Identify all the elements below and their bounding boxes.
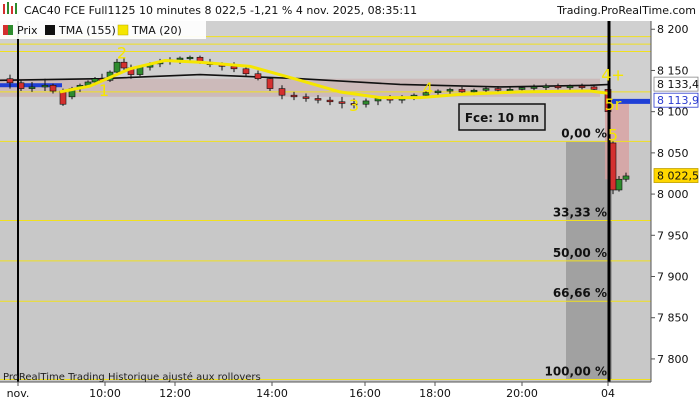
x-tick-label: 20:00 bbox=[506, 387, 538, 400]
candle-body bbox=[176, 57, 184, 61]
candle-body bbox=[434, 90, 442, 94]
candle-body bbox=[494, 88, 502, 91]
y-tick-label: 7 950 bbox=[657, 229, 689, 242]
candle-body bbox=[578, 85, 586, 88]
candle-body bbox=[314, 98, 322, 101]
fib-level-label: 0,00 % bbox=[561, 126, 607, 140]
candle-body bbox=[362, 100, 370, 105]
candle-body bbox=[622, 175, 630, 180]
price-axis: 8 200 8 150 8 100 8 050 8 000 7 950 7 900 7 850… bbox=[651, 23, 689, 366]
y-tick-label: 8 200 bbox=[657, 23, 689, 36]
candle-body bbox=[446, 89, 454, 92]
candle-body bbox=[186, 56, 194, 60]
candle-body bbox=[41, 84, 49, 88]
y-tick-label: 7 800 bbox=[657, 353, 689, 366]
legend-tma-20[interactable]: TMA (20) bbox=[117, 24, 182, 37]
candle-body bbox=[338, 101, 346, 104]
candle-body bbox=[278, 88, 286, 96]
price-tag-label: 8 022,5 bbox=[657, 170, 699, 183]
price-tag: 8 022,5 bbox=[653, 168, 699, 183]
fib-level-label: 100,00 % bbox=[544, 365, 607, 379]
wave-label: 4 bbox=[423, 79, 433, 98]
x-tick-label: 10:00 bbox=[89, 387, 121, 400]
candle-body bbox=[113, 61, 121, 73]
y-tick-label: 8 100 bbox=[657, 106, 689, 119]
source-label: Trading.ProRealTime.com bbox=[556, 4, 696, 17]
fib-level-label: 50,00 % bbox=[553, 246, 607, 260]
price-tag: 8 113,9 bbox=[653, 92, 699, 108]
candle-body bbox=[530, 86, 538, 89]
x-tick-label: 04 bbox=[601, 387, 615, 400]
price-chart: 0,00 % 33,33 % 50,00 % 66,66 % 100,00 % 12 3 4… bbox=[0, 0, 700, 400]
candle-body bbox=[566, 85, 574, 89]
candle-body bbox=[49, 84, 57, 92]
legend-tma-20-swatch bbox=[117, 24, 129, 36]
legend-tma-20-label: TMA (20) bbox=[131, 24, 182, 37]
y-tick-label: 8 150 bbox=[657, 64, 689, 77]
candle-body bbox=[254, 73, 262, 79]
legend-prix-swatch-down bbox=[3, 25, 8, 35]
y-tick-label: 7 900 bbox=[657, 271, 689, 284]
legend-tma-155-swatch bbox=[45, 25, 55, 35]
price-tag: 8 133,4 bbox=[653, 76, 699, 92]
candle-body bbox=[242, 68, 250, 75]
y-tick-label: 8 050 bbox=[657, 147, 689, 160]
price-tag-label: 8 113,9 bbox=[657, 94, 699, 107]
x-tick-label: 18:00 bbox=[419, 387, 451, 400]
fib-level-label: 33,33 % bbox=[553, 205, 607, 219]
candle-body bbox=[609, 142, 617, 191]
annotation-box[interactable]: Fce: 10 mn bbox=[458, 103, 546, 131]
candle bbox=[609, 141, 617, 195]
legend-prix-label: Prix bbox=[17, 24, 38, 37]
wave-label: 4+ bbox=[601, 66, 625, 85]
annotation-label: Fce: 10 mn bbox=[465, 111, 539, 125]
chart-title: CAC40 FCE Full1125 10 minutes 8 022,5 -1… bbox=[24, 4, 417, 17]
candle-body bbox=[302, 96, 310, 99]
wave-label: 5 bbox=[608, 126, 618, 145]
candle-body bbox=[28, 86, 36, 89]
y-tick-label: 8 000 bbox=[657, 188, 689, 201]
candle-body bbox=[590, 86, 598, 90]
x-tick-label: 12:00 bbox=[159, 387, 191, 400]
candle-body bbox=[482, 88, 490, 91]
legend-tma-155-label: TMA (155) bbox=[58, 24, 116, 37]
chart-window: 0,00 % 33,33 % 50,00 % 66,66 % 100,00 % 12 3 4… bbox=[0, 0, 700, 400]
candle-body bbox=[518, 87, 526, 90]
candle-body bbox=[6, 78, 14, 84]
candle-body bbox=[458, 89, 466, 93]
candle-body bbox=[326, 99, 334, 103]
legend-prix-swatch-up bbox=[8, 25, 13, 35]
x-tick-label: 16:00 bbox=[349, 387, 381, 400]
candle-body bbox=[120, 61, 128, 69]
candle-body bbox=[542, 85, 550, 88]
candle-body bbox=[266, 78, 274, 89]
x-tick-label: 14:00 bbox=[256, 387, 288, 400]
candle-body bbox=[554, 85, 562, 89]
wave-label: 3 bbox=[349, 96, 359, 115]
candle-body bbox=[615, 178, 623, 191]
wave-label: 1 bbox=[99, 81, 109, 100]
candle-body bbox=[506, 89, 514, 92]
footer-note: ProRealTime Trading Historique ajusté au… bbox=[3, 371, 261, 383]
y-tick-label: 7 850 bbox=[657, 312, 689, 325]
candle-body bbox=[290, 94, 298, 98]
x-tick-label: nov. bbox=[7, 387, 30, 400]
fib-level-label: 66,66 % bbox=[553, 286, 607, 300]
candle-body bbox=[230, 66, 238, 70]
candle-body bbox=[470, 89, 478, 93]
wave-label: 5r bbox=[605, 95, 622, 114]
price-tag-label: 8 133,4 bbox=[657, 78, 699, 91]
wave-label: 2 bbox=[117, 43, 127, 62]
